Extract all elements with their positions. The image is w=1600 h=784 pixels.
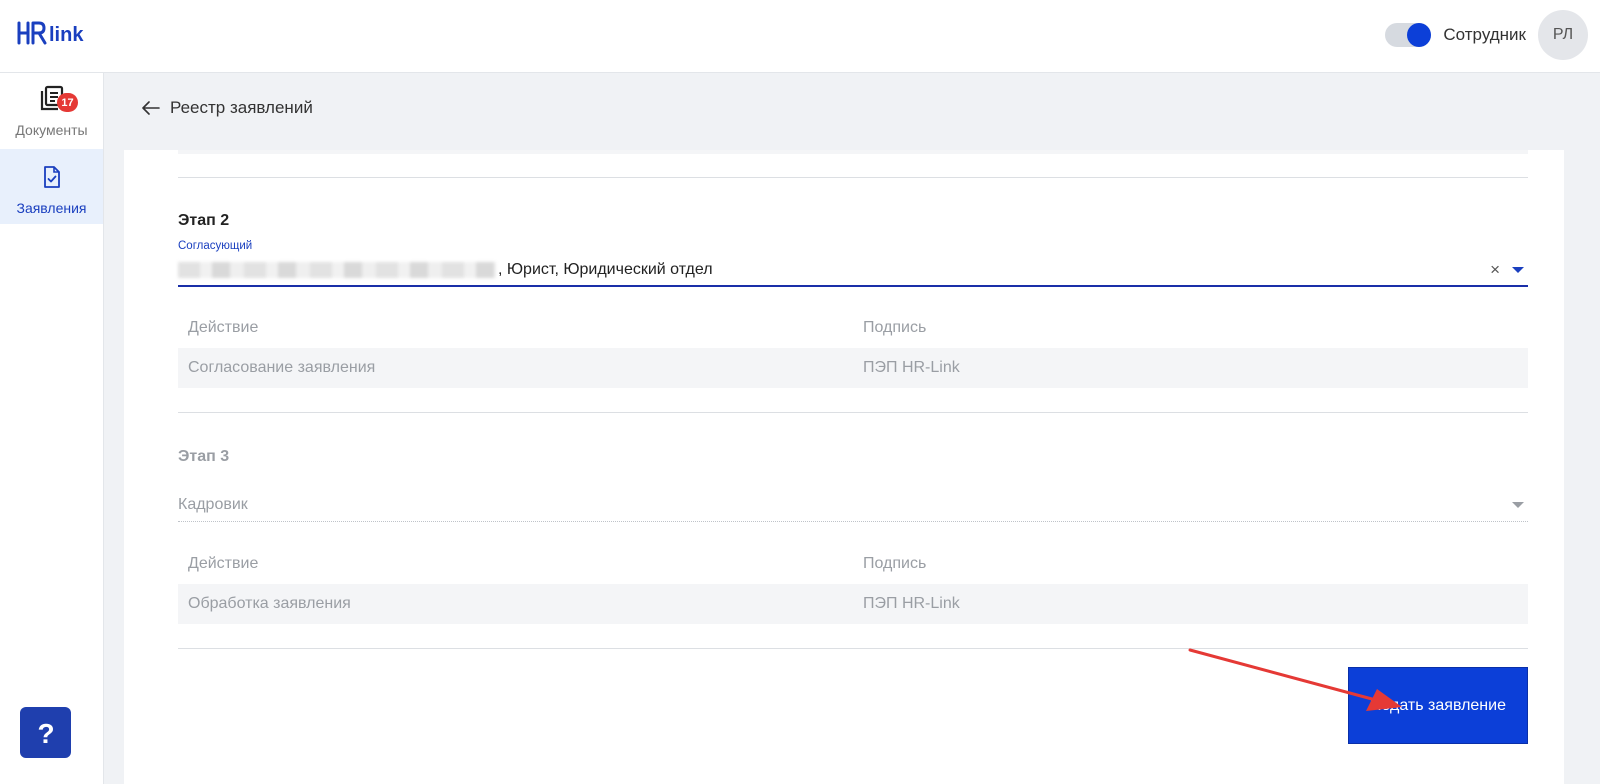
stage-2-title: Этап 2: [178, 212, 230, 229]
column-header-signature: Подпись: [863, 319, 927, 336]
hrlink-logo-mark: link: [17, 21, 84, 46]
breadcrumb-label: Реестр заявлений: [170, 98, 313, 117]
stage-2-actions-table: Действие Подпись Согласование заявления …: [178, 308, 1528, 388]
table-cell-action: Согласование заявления: [188, 359, 376, 376]
table-header-row: Действие Подпись: [178, 544, 1528, 584]
stage-3-actions-table: Действие Подпись Обработка заявления ПЭП…: [178, 544, 1528, 624]
table-header-row: Действие Подпись: [178, 308, 1528, 348]
field-underline: [178, 285, 1528, 287]
clear-icon[interactable]: ×: [1490, 261, 1500, 278]
hr-officer-placeholder: Кадровик: [178, 496, 248, 513]
table-row: Согласование заявления ПЭП HR-Link: [178, 348, 1528, 388]
sidebar-item-label: Документы: [15, 122, 88, 138]
role-toggle[interactable]: [1385, 23, 1432, 47]
chevron-down-icon[interactable]: [1512, 502, 1524, 508]
role-label: Сотрудник: [1443, 25, 1526, 44]
toggle-knob: [1407, 23, 1432, 47]
help-button[interactable]: ?: [20, 707, 71, 758]
avatar[interactable]: РЛ: [1538, 10, 1588, 60]
sidebar: 17 Документы Заявления ?: [0, 73, 104, 784]
breadcrumb[interactable]: Реестр заявлений: [142, 98, 313, 118]
application-form: Этап 2 Согласующий , Юрист, Юридический …: [124, 150, 1564, 784]
hr-officer-select[interactable]: Кадровик: [178, 484, 1528, 522]
submit-application-button[interactable]: Подать заявление: [1348, 667, 1528, 744]
top-bar: link Сотрудник РЛ: [0, 0, 1600, 73]
column-header-action: Действие: [188, 319, 259, 336]
approver-select[interactable]: , Юрист, Юридический отдел ×: [178, 249, 1528, 287]
previous-section-edge: [178, 150, 1528, 154]
field-underline: [178, 521, 1528, 522]
hrlink-logo[interactable]: link: [16, 18, 92, 48]
question-icon: ?: [37, 718, 54, 748]
table-cell-action: Обработка заявления: [188, 595, 351, 612]
approver-value: , Юрист, Юридический отдел: [178, 261, 713, 279]
notification-badge: 17: [57, 93, 78, 112]
divider: [178, 177, 1528, 178]
divider: [178, 412, 1528, 413]
column-header-signature: Подпись: [863, 555, 927, 572]
svg-text:link: link: [49, 24, 84, 46]
application-check-icon: [42, 165, 62, 194]
arrow-left-icon: [142, 101, 160, 115]
table-cell-signature: ПЭП HR-Link: [863, 359, 960, 376]
table-row: Обработка заявления ПЭП HR-Link: [178, 584, 1528, 624]
sidebar-item-applications[interactable]: Заявления: [0, 149, 103, 224]
divider: [178, 648, 1528, 649]
sidebar-item-documents[interactable]: 17 Документы: [0, 85, 103, 151]
column-header-action: Действие: [188, 555, 259, 572]
approver-value-text: , Юрист, Юридический отдел: [498, 261, 713, 278]
svg-text:?: ?: [37, 718, 54, 748]
table-cell-signature: ПЭП HR-Link: [863, 595, 960, 612]
stage-3-title: Этап 3: [178, 448, 230, 465]
sidebar-item-label: Заявления: [16, 200, 87, 216]
redacted-name: [178, 262, 496, 278]
chevron-down-icon[interactable]: [1512, 267, 1524, 273]
